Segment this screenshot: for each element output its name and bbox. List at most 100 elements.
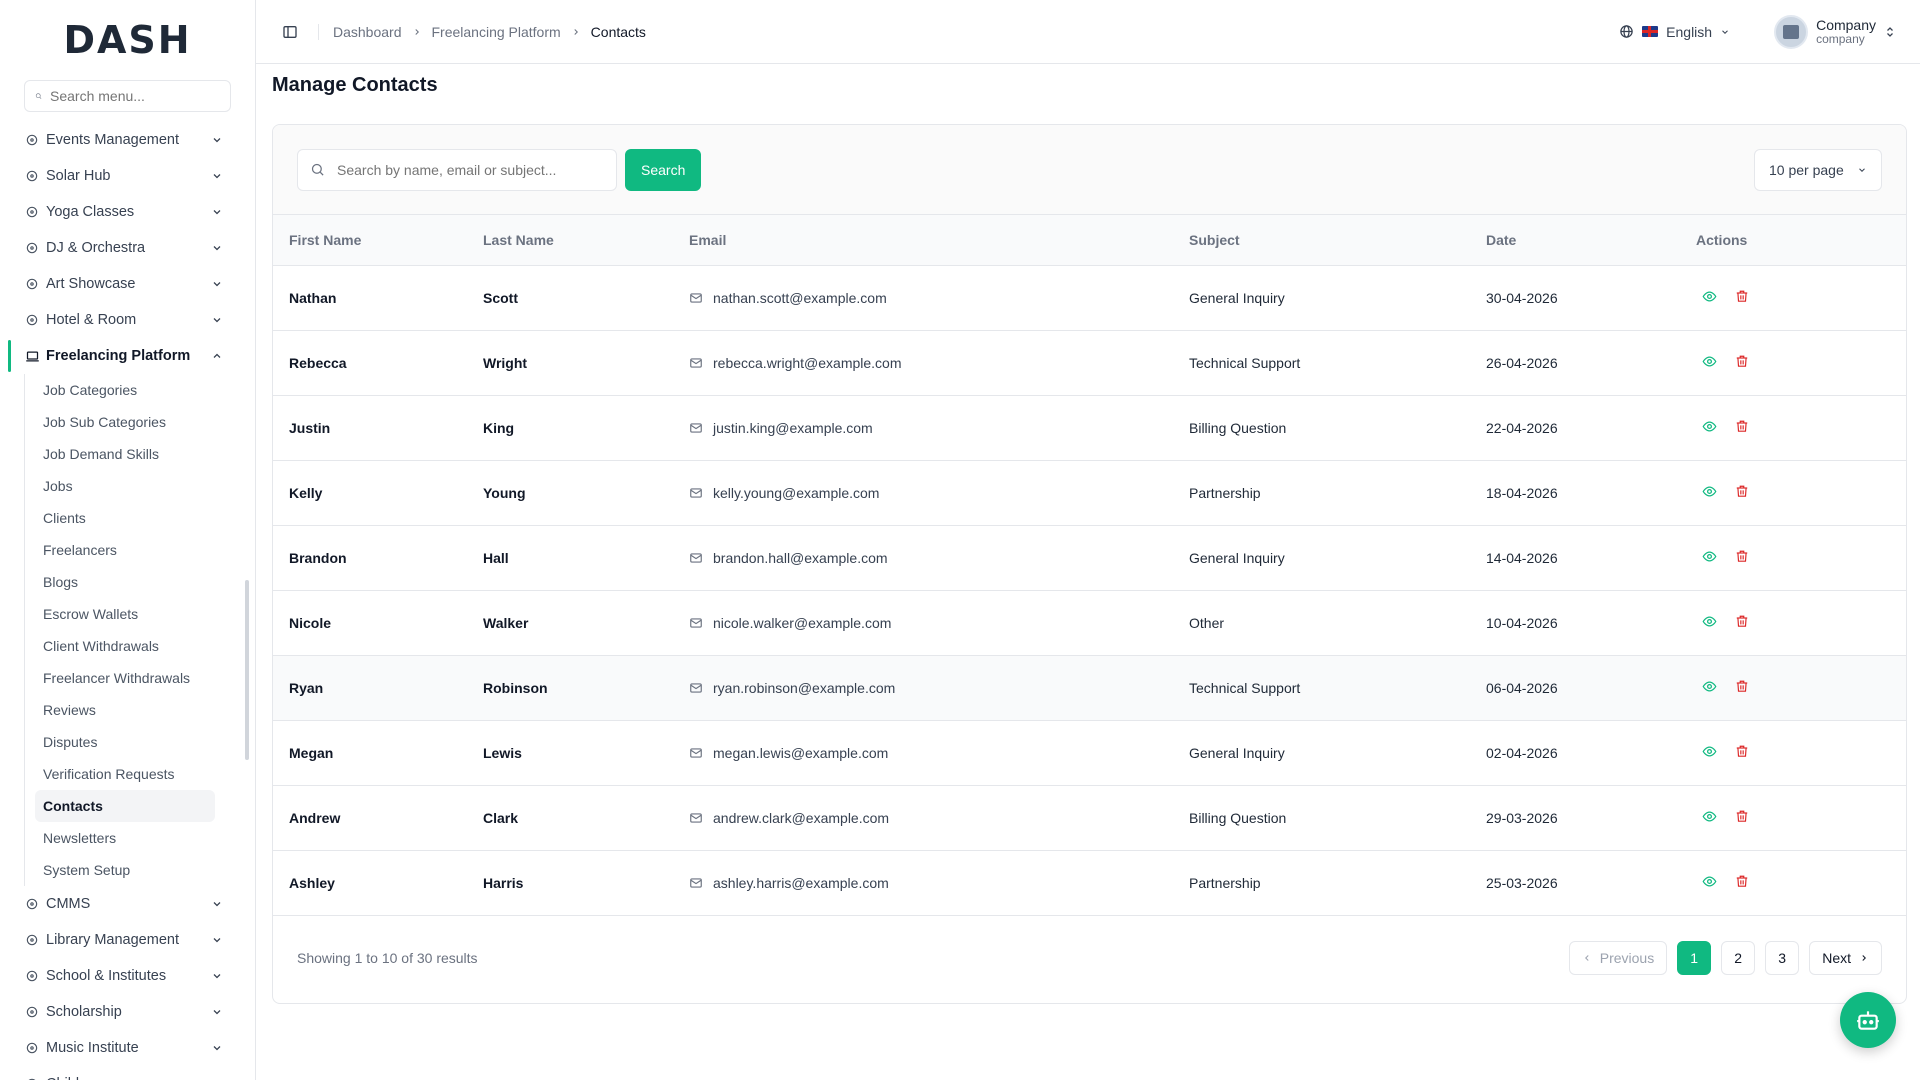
sidebar-subitem-freelancer-withdrawals[interactable]: Freelancer Withdrawals — [35, 662, 215, 694]
chevron-down-icon — [211, 278, 223, 294]
delete-button[interactable] — [1735, 484, 1749, 502]
next-page-button[interactable]: Next — [1809, 941, 1882, 975]
column-actions: Actions — [1696, 215, 1906, 266]
page-button-2[interactable]: 2 — [1721, 941, 1756, 975]
sidebar-toggle-button[interactable] — [280, 22, 300, 42]
sidebar-item-scholarship[interactable]: Scholarship — [8, 994, 231, 1030]
delete-button[interactable] — [1735, 744, 1749, 762]
column-first-name[interactable]: First Name — [273, 215, 483, 266]
cell-email: megan.lewis@example.com — [689, 720, 1189, 786]
view-button[interactable] — [1702, 549, 1717, 567]
sidebar-scrollbar[interactable] — [245, 120, 249, 1070]
sidebar-item-library-management[interactable]: Library Management — [8, 922, 231, 958]
sidebar-subitem-contacts[interactable]: Contacts — [35, 790, 215, 822]
column-subject[interactable]: Subject — [1189, 215, 1486, 266]
page-button-1[interactable]: 1 — [1677, 941, 1712, 975]
trash-icon — [1736, 810, 1748, 822]
sidebar-item-hotel-room[interactable]: Hotel & Room — [8, 302, 231, 338]
email-text: ryan.robinson@example.com — [713, 679, 896, 696]
view-button[interactable] — [1702, 614, 1717, 632]
view-button[interactable] — [1702, 484, 1717, 502]
delete-button[interactable] — [1735, 874, 1749, 892]
chevron-down-icon — [211, 206, 223, 222]
email-text: nathan.scott@example.com — [713, 289, 887, 306]
column-email[interactable]: Email — [689, 215, 1189, 266]
sidebar-subnav: Job Categories Job Sub Categories Job Dema… — [24, 374, 255, 886]
table-row: Ashley Harris ashley.harris@example.com Par… — [273, 850, 1906, 916]
sidebar-subitem-disputes[interactable]: Disputes — [35, 726, 215, 758]
search-button[interactable]: Search — [625, 148, 702, 191]
sidebar-subitem-newsletters[interactable]: Newsletters — [35, 822, 215, 854]
search-input[interactable] — [337, 161, 597, 178]
sidebar-subitem-jobs[interactable]: Jobs — [35, 470, 215, 502]
view-button[interactable] — [1702, 679, 1717, 697]
sidebar-scrollbar-thumb[interactable] — [245, 580, 249, 760]
sidebar-item-childcare[interactable]: Childcare — [8, 1066, 231, 1080]
sidebar-subitem-verification-requests[interactable]: Verification Requests — [35, 758, 215, 790]
sidebar-subitem-job-sub-categories[interactable]: Job Sub Categories — [35, 406, 215, 438]
sidebar-item-freelancing-platform[interactable]: Freelancing Platform — [8, 338, 231, 374]
cell-email: ryan.robinson@example.com — [689, 655, 1189, 721]
breadcrumb-freelancing-platform[interactable]: Freelancing Platform — [432, 24, 561, 40]
pagination-bar: Showing 1 to 10 of 30 results Previous 1… — [273, 916, 1906, 1001]
next-label: Next — [1822, 950, 1851, 966]
sidebar-search-input[interactable] — [50, 88, 230, 104]
cell-email: kelly.young@example.com — [689, 460, 1189, 526]
view-button[interactable] — [1702, 289, 1717, 307]
page-button-3[interactable]: 3 — [1765, 941, 1800, 975]
view-button[interactable] — [1702, 744, 1717, 762]
column-last-name[interactable]: Last Name — [483, 215, 689, 266]
delete-button[interactable] — [1735, 419, 1749, 437]
sidebar-subitem-escrow-wallets[interactable]: Escrow Wallets — [35, 598, 215, 630]
sidebar-item-solar-hub[interactable]: Solar Hub — [8, 158, 231, 194]
chevrons-up-down-icon — [1887, 26, 1893, 37]
sidebar-subitem-job-categories[interactable]: Job Categories — [35, 374, 215, 406]
sidebar-item-school-institutes[interactable]: School & Institutes — [8, 958, 231, 994]
search-field[interactable] — [297, 148, 617, 191]
eye-icon — [1702, 485, 1717, 497]
mail-icon — [690, 682, 702, 693]
sidebar-subitem-blogs[interactable]: Blogs — [35, 566, 215, 598]
sidebar-item-dj-orchestra[interactable]: DJ & Orchestra — [8, 230, 231, 266]
sidebar-subitem-reviews[interactable]: Reviews — [35, 694, 215, 726]
sidebar-item-events-management[interactable]: Events Management — [8, 122, 231, 158]
sidebar-item-yoga-classes[interactable]: Yoga Classes — [8, 194, 231, 230]
view-button[interactable] — [1702, 874, 1717, 892]
column-date[interactable]: Date — [1486, 215, 1696, 266]
user-menu[interactable]: Company company — [1774, 14, 1896, 49]
scholarship-icon — [24, 1004, 40, 1020]
delete-button[interactable] — [1735, 679, 1749, 697]
language-selector[interactable]: English — [1619, 24, 1730, 40]
sidebar-search[interactable] — [24, 80, 231, 112]
logo[interactable]: DASH — [0, 0, 255, 80]
delete-button[interactable] — [1735, 549, 1749, 567]
delete-button[interactable] — [1735, 809, 1749, 827]
breadcrumb-dashboard[interactable]: Dashboard — [333, 24, 402, 40]
view-button[interactable] — [1702, 354, 1717, 372]
sidebar-subitem-job-demand-skills[interactable]: Job Demand Skills — [35, 438, 215, 470]
sidebar-item-music-institute[interactable]: Music Institute — [8, 1030, 231, 1066]
view-button[interactable] — [1702, 419, 1717, 437]
chatbot-button[interactable] — [1840, 992, 1896, 1048]
trash-icon — [1736, 615, 1748, 627]
sidebar-item-art-showcase[interactable]: Art Showcase — [8, 266, 231, 302]
sidebar-subitem-clients[interactable]: Clients — [35, 502, 215, 534]
sidebar-item-cmms[interactable]: CMMS — [8, 886, 231, 922]
cell-last-name: Hall — [483, 525, 689, 591]
delete-button[interactable] — [1735, 354, 1749, 372]
cell-first-name: Ashley — [273, 850, 483, 916]
chevron-down-icon — [211, 242, 223, 258]
previous-page-button[interactable]: Previous — [1568, 941, 1668, 975]
delete-button[interactable] — [1735, 614, 1749, 632]
cell-actions — [1696, 720, 1906, 786]
sidebar-subitem-freelancers[interactable]: Freelancers — [35, 534, 215, 566]
per-page-select[interactable]: 10 per page — [1754, 148, 1882, 191]
sidebar-subitem-system-setup[interactable]: System Setup — [35, 854, 215, 886]
cell-last-name: Lewis — [483, 720, 689, 786]
cell-actions — [1696, 590, 1906, 656]
mail-icon — [690, 877, 702, 888]
email-text: megan.lewis@example.com — [713, 744, 889, 761]
view-button[interactable] — [1702, 809, 1717, 827]
delete-button[interactable] — [1735, 289, 1749, 307]
sidebar-subitem-client-withdrawals[interactable]: Client Withdrawals — [35, 630, 215, 662]
